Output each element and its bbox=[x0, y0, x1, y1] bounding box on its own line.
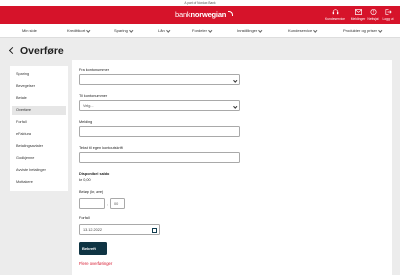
statement-text-label: Tekst til egen kontoutskrift bbox=[79, 146, 123, 150]
to-account-select[interactable]: Velg... bbox=[79, 100, 240, 111]
sidebar-item-efaktura[interactable]: eFaktura bbox=[12, 130, 66, 139]
chevron-down-icon bbox=[378, 27, 383, 32]
due-date-label: Forfall bbox=[79, 216, 90, 220]
from-account-select[interactable] bbox=[79, 74, 240, 85]
nav-label: Sparing bbox=[114, 28, 128, 33]
message-label: Melding bbox=[79, 120, 93, 124]
header-bar: banknorwegian Kundeservice Meldinger ? N… bbox=[0, 6, 400, 24]
help-icon: ? bbox=[370, 9, 376, 15]
from-account-label: Fra kontonummer bbox=[79, 68, 109, 72]
nav-label: Innstillinger bbox=[237, 28, 258, 33]
nav-label: Kundeservice bbox=[288, 28, 313, 33]
header-kundeservice-button[interactable]: Kundeservice bbox=[324, 9, 346, 21]
multiple-transfers-link[interactable]: Flere overføringer bbox=[79, 261, 112, 266]
logout-icon bbox=[385, 9, 392, 15]
svg-text:?: ? bbox=[372, 9, 374, 14]
nav-item-fordeler[interactable]: Fordeler bbox=[192, 27, 212, 33]
sidebar-item-sparing[interactable]: Sparing bbox=[12, 70, 66, 79]
main-nav: Min side Kredittkort Sparing Lån Fordele… bbox=[0, 24, 400, 38]
nav-item-min-side[interactable]: Min side bbox=[22, 28, 37, 33]
message-input[interactable] bbox=[79, 126, 240, 137]
chevron-down-icon bbox=[86, 27, 91, 32]
headset-icon bbox=[332, 9, 338, 15]
calendar-icon[interactable] bbox=[152, 228, 157, 233]
sidebar-item-overfore[interactable]: Overføre bbox=[12, 106, 66, 115]
sidebar-item-bevegelser[interactable]: Bevegelser bbox=[12, 82, 66, 91]
to-account-label: Til kontonummer bbox=[79, 94, 108, 98]
logo-text-regular: bank bbox=[175, 10, 191, 19]
chevron-down-icon bbox=[258, 27, 263, 32]
amount-kr-input[interactable] bbox=[79, 198, 105, 209]
nav-item-produkter-og-priser[interactable]: Produkter og priser bbox=[343, 27, 383, 33]
chevron-down-icon bbox=[129, 27, 133, 32]
nav-label: Min side bbox=[22, 28, 37, 33]
amount-separator: , bbox=[107, 201, 109, 206]
due-date-value: 13.12.2022 bbox=[83, 228, 103, 232]
available-balance-label: Disponibel saldo bbox=[79, 172, 110, 176]
sidebar-item-godkjenne[interactable]: Godkjenne bbox=[12, 154, 66, 163]
nav-label: Produkter og priser bbox=[343, 28, 378, 33]
nav-item-kundeservice[interactable]: Kundeservice bbox=[288, 27, 318, 33]
due-date-input[interactable]: 13.12.2022 bbox=[79, 224, 160, 235]
nav-item-kredittkort[interactable]: Kredittkort bbox=[67, 27, 91, 33]
chevron-down-icon bbox=[232, 77, 237, 82]
sidebar: Sparing Bevegelser Betale Overføre Forfa… bbox=[10, 66, 68, 191]
header-logout-button[interactable]: Logg ut bbox=[377, 9, 399, 21]
sidebar-item-avviste-betalinger[interactable]: Avviste betalinger bbox=[12, 166, 66, 175]
header-icon-label: Kundeservice bbox=[325, 16, 345, 21]
page-title: Overføre bbox=[20, 45, 64, 57]
nav-label: Fordeler bbox=[192, 28, 207, 33]
amount-label: Beløp (kr, øre) bbox=[79, 190, 104, 194]
logo-text-bold: norwegian bbox=[190, 10, 227, 19]
confirm-button[interactable]: Bekreft bbox=[79, 242, 107, 255]
sidebar-item-forfall[interactable]: Forfall bbox=[12, 118, 66, 127]
transfer-form-panel bbox=[72, 60, 392, 275]
sidebar-item-betalingsavtaler[interactable]: Betalingsavtaler bbox=[12, 142, 66, 151]
nav-label: Kredittkort bbox=[67, 28, 86, 33]
sidebar-item-mottakere[interactable]: Mottakere bbox=[12, 178, 66, 187]
to-account-value: Velg... bbox=[83, 104, 94, 108]
mail-icon bbox=[354, 9, 362, 15]
chevron-down-icon bbox=[166, 27, 170, 32]
sidebar-item-betale[interactable]: Betale bbox=[12, 94, 66, 103]
nav-item-innstillinger[interactable]: Innstillinger bbox=[237, 27, 263, 33]
nav-label: Lån bbox=[158, 28, 165, 33]
chevron-down-icon bbox=[232, 103, 237, 108]
chevron-left-icon bbox=[8, 46, 17, 55]
nav-item-lan[interactable]: Lån bbox=[158, 27, 170, 33]
nav-item-sparing[interactable]: Sparing bbox=[114, 27, 133, 33]
amount-ore-input[interactable]: 00 bbox=[110, 198, 125, 209]
statement-text-input[interactable] bbox=[79, 152, 240, 163]
header-icon-label: Logg ut bbox=[382, 16, 394, 21]
available-balance-value: kr 0,00 bbox=[79, 178, 91, 182]
chevron-down-icon bbox=[313, 27, 318, 32]
bank-norwegian-logo[interactable]: banknorwegian bbox=[175, 10, 234, 19]
chevron-down-icon bbox=[208, 27, 212, 32]
logo-swoosh-icon bbox=[228, 11, 234, 16]
back-link[interactable]: Overføre bbox=[8, 45, 64, 57]
